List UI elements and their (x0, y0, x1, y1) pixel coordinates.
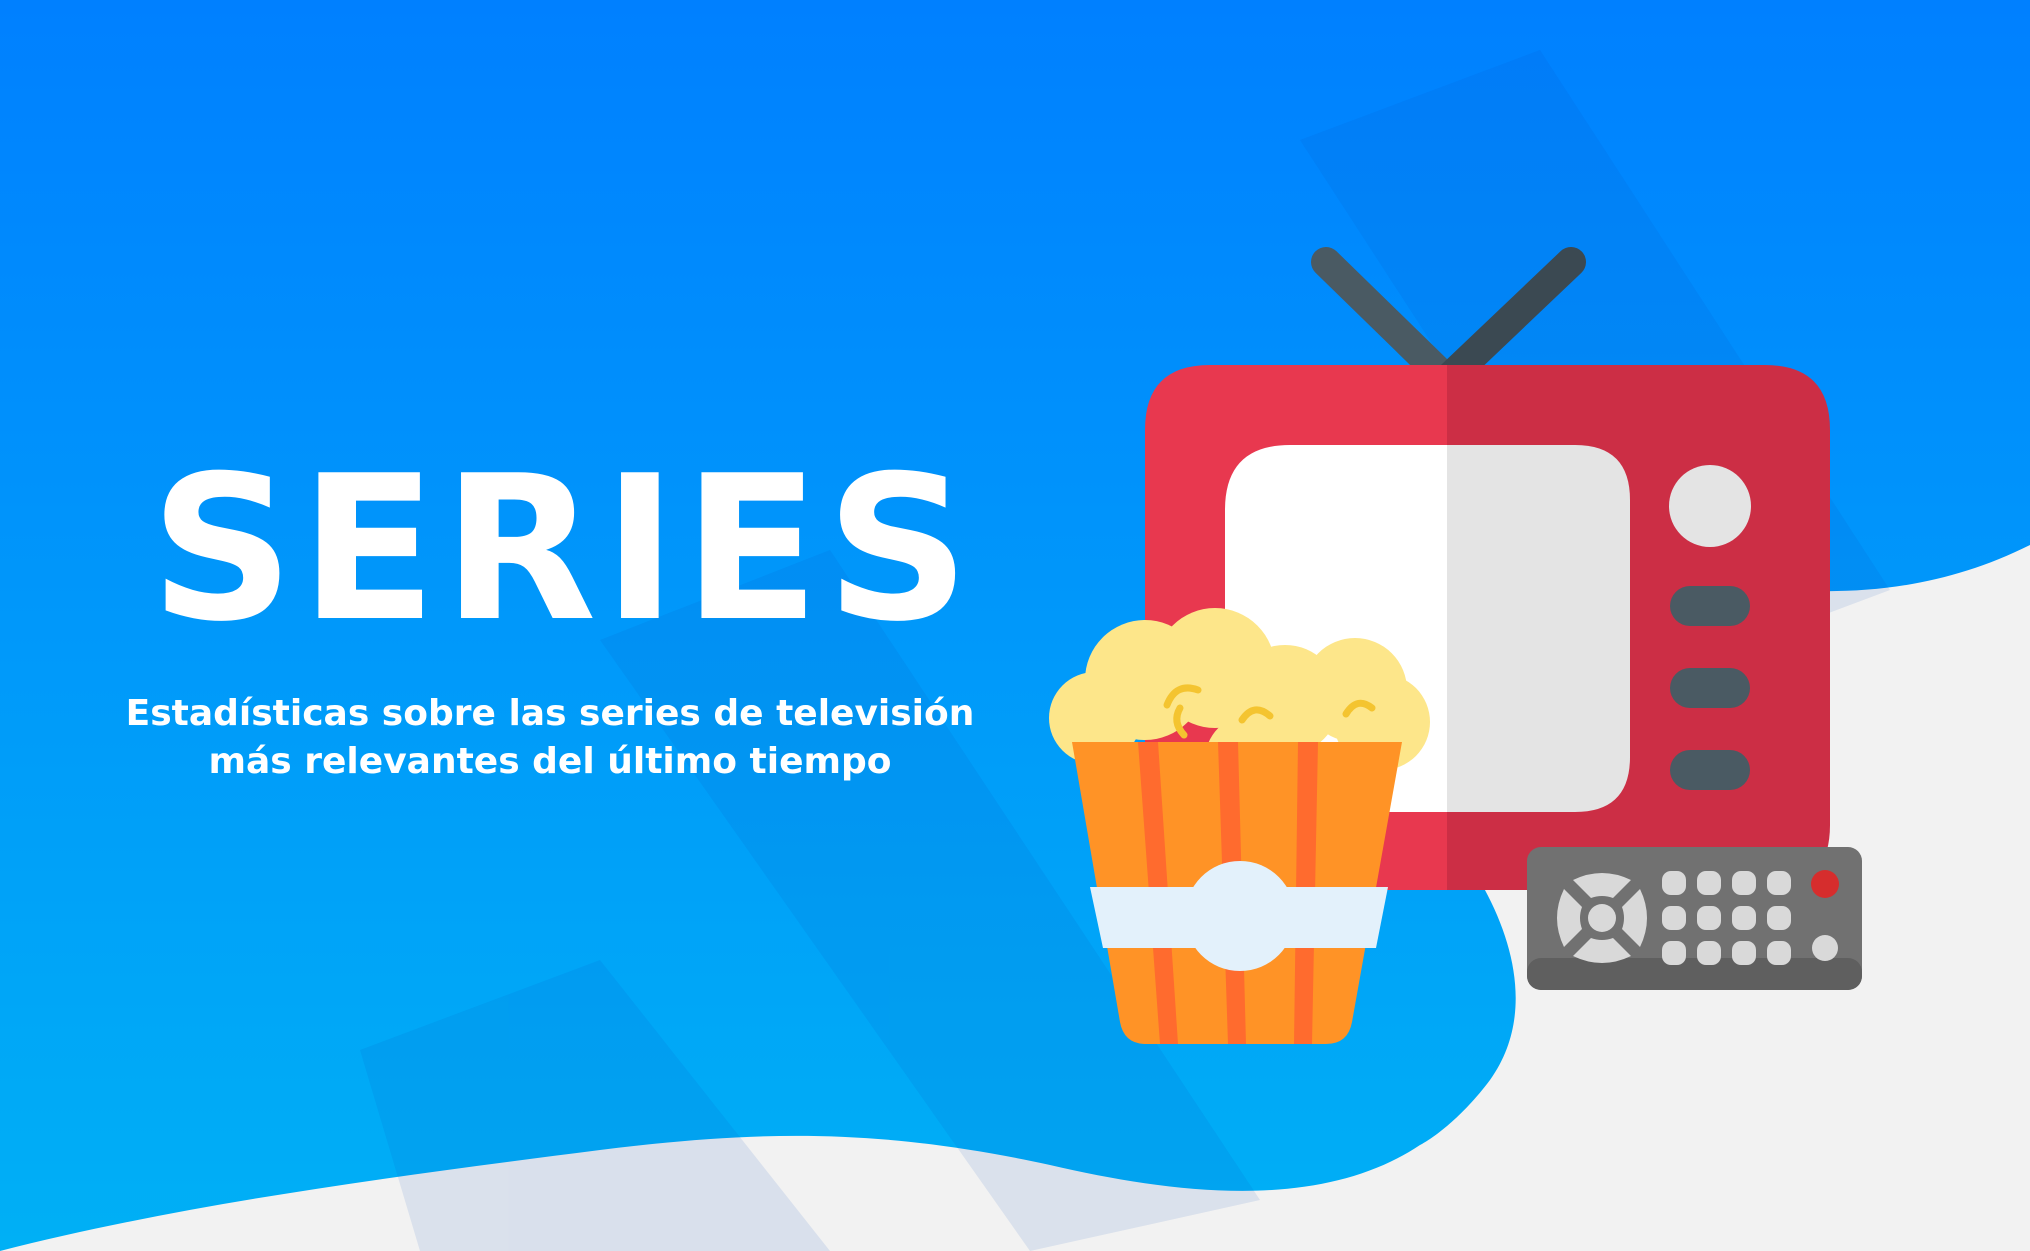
popcorn-icon (1049, 608, 1430, 1044)
popcorn-badge (1185, 861, 1295, 971)
banner: SERIES Estadísticas sobre las series de … (0, 0, 2030, 1251)
